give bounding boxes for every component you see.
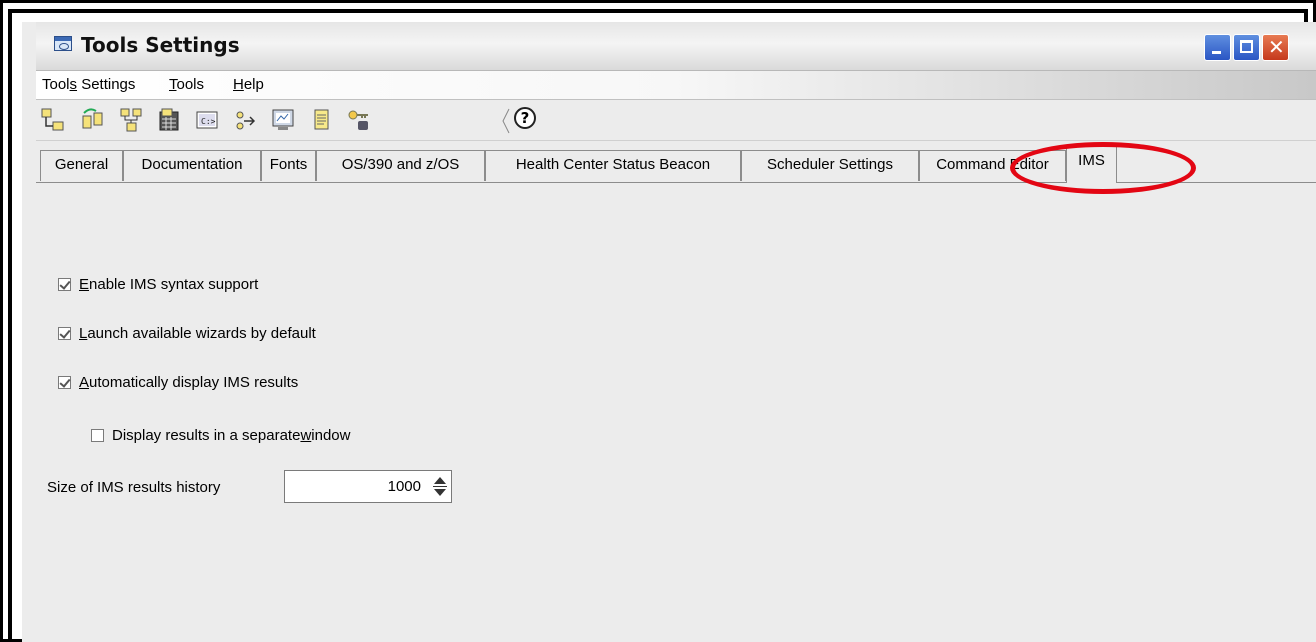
separate-window-option[interactable]: Display results in a separate w indow	[91, 427, 350, 444]
menu-label-part: ools	[176, 76, 205, 93]
launch-wizards-option[interactable]: Launch available wizards by default	[58, 325, 316, 342]
spinner-up-icon[interactable]	[434, 477, 446, 484]
ims-settings-panel: Enable IMS syntax support Launch availab…	[36, 184, 1316, 642]
journal-icon[interactable]	[270, 107, 296, 133]
option-label-part: indow	[311, 427, 351, 444]
svg-text:C:>: C:>	[201, 117, 216, 126]
option-label-part: utomatically display IMS results	[89, 374, 299, 391]
auto-display-results-option[interactable]: Automatically display IMS results	[58, 374, 298, 391]
menu-label-part: Settings	[77, 76, 136, 93]
option-mnemonic: L	[79, 325, 88, 342]
option-label-part: Display results in a separate	[112, 427, 301, 444]
results-history-spinner[interactable]: 1000	[284, 470, 452, 503]
option-mnemonic: A	[79, 374, 90, 391]
tab-os390-zos[interactable]: OS/390 and z/OS	[316, 150, 485, 181]
tools-settings-window: Tools Settings ✕ Tools Settings Tools He…	[22, 22, 1316, 642]
toolbar-separator	[502, 108, 510, 134]
annotation-highlight-oval	[1010, 142, 1196, 194]
help-icon[interactable]: ?	[514, 107, 536, 129]
window-title: Tools Settings	[81, 33, 240, 57]
spinner-divider	[433, 486, 447, 487]
option-mnemonic: w	[300, 427, 312, 444]
option-label-part: nable IMS syntax support	[89, 276, 259, 293]
satellite-admin-icon[interactable]	[118, 107, 144, 133]
health-center-icon[interactable]	[232, 107, 258, 133]
menu-tools[interactable]: Tools	[169, 76, 204, 93]
tab-scheduler-settings[interactable]: Scheduler Settings	[741, 150, 919, 181]
menu-mnemonic: s	[69, 76, 78, 93]
task-center-icon[interactable]	[156, 107, 182, 133]
notebook-icon[interactable]	[308, 107, 334, 133]
results-history-value[interactable]: 1000	[388, 478, 421, 495]
menu-label-part: elp	[243, 76, 264, 93]
title-bar[interactable]: Tools Settings ✕	[36, 22, 1316, 71]
minimize-button[interactable]	[1204, 34, 1231, 61]
menu-tools-settings[interactable]: Tools Settings	[42, 76, 135, 93]
minimize-icon	[1212, 51, 1221, 54]
menu-label-part: Tool	[42, 76, 70, 93]
spinner-arrows[interactable]	[433, 476, 447, 498]
toolbar: C:> ?	[36, 100, 1316, 141]
auto-display-results-checkbox[interactable]	[58, 376, 71, 389]
launch-wizards-checkbox[interactable]	[58, 327, 71, 340]
command-editor-icon[interactable]: C:>	[194, 107, 220, 133]
menu-mnemonic: T	[169, 76, 177, 93]
license-center-icon[interactable]	[346, 107, 372, 133]
tab-documentation[interactable]: Documentation	[123, 150, 261, 181]
option-label-part: aunch available wizards by default	[87, 325, 316, 342]
enable-ims-syntax-option[interactable]: Enable IMS syntax support	[58, 276, 258, 293]
replication-center-icon[interactable]	[80, 107, 106, 133]
menu-bar: Tools Settings Tools Help	[36, 71, 1316, 100]
spinner-down-icon[interactable]	[434, 489, 446, 496]
results-history-label: Size of IMS results history	[47, 479, 221, 496]
tab-general[interactable]: General	[40, 150, 123, 181]
option-mnemonic: E	[79, 276, 90, 293]
maximize-button[interactable]	[1233, 34, 1260, 61]
menu-help[interactable]: Help	[233, 76, 264, 93]
maximize-icon	[1240, 40, 1253, 53]
tab-fonts[interactable]: Fonts	[261, 150, 316, 181]
tab-health-center-status-beacon[interactable]: Health Center Status Beacon	[485, 150, 741, 181]
tools-settings-window-icon[interactable]	[54, 36, 72, 51]
close-button[interactable]: ✕	[1262, 34, 1289, 61]
close-icon: ✕	[1268, 35, 1285, 59]
control-center-icon[interactable]	[40, 107, 66, 133]
enable-ims-syntax-checkbox[interactable]	[58, 278, 71, 291]
menu-mnemonic: H	[233, 76, 244, 93]
separate-window-checkbox[interactable]	[91, 429, 104, 442]
